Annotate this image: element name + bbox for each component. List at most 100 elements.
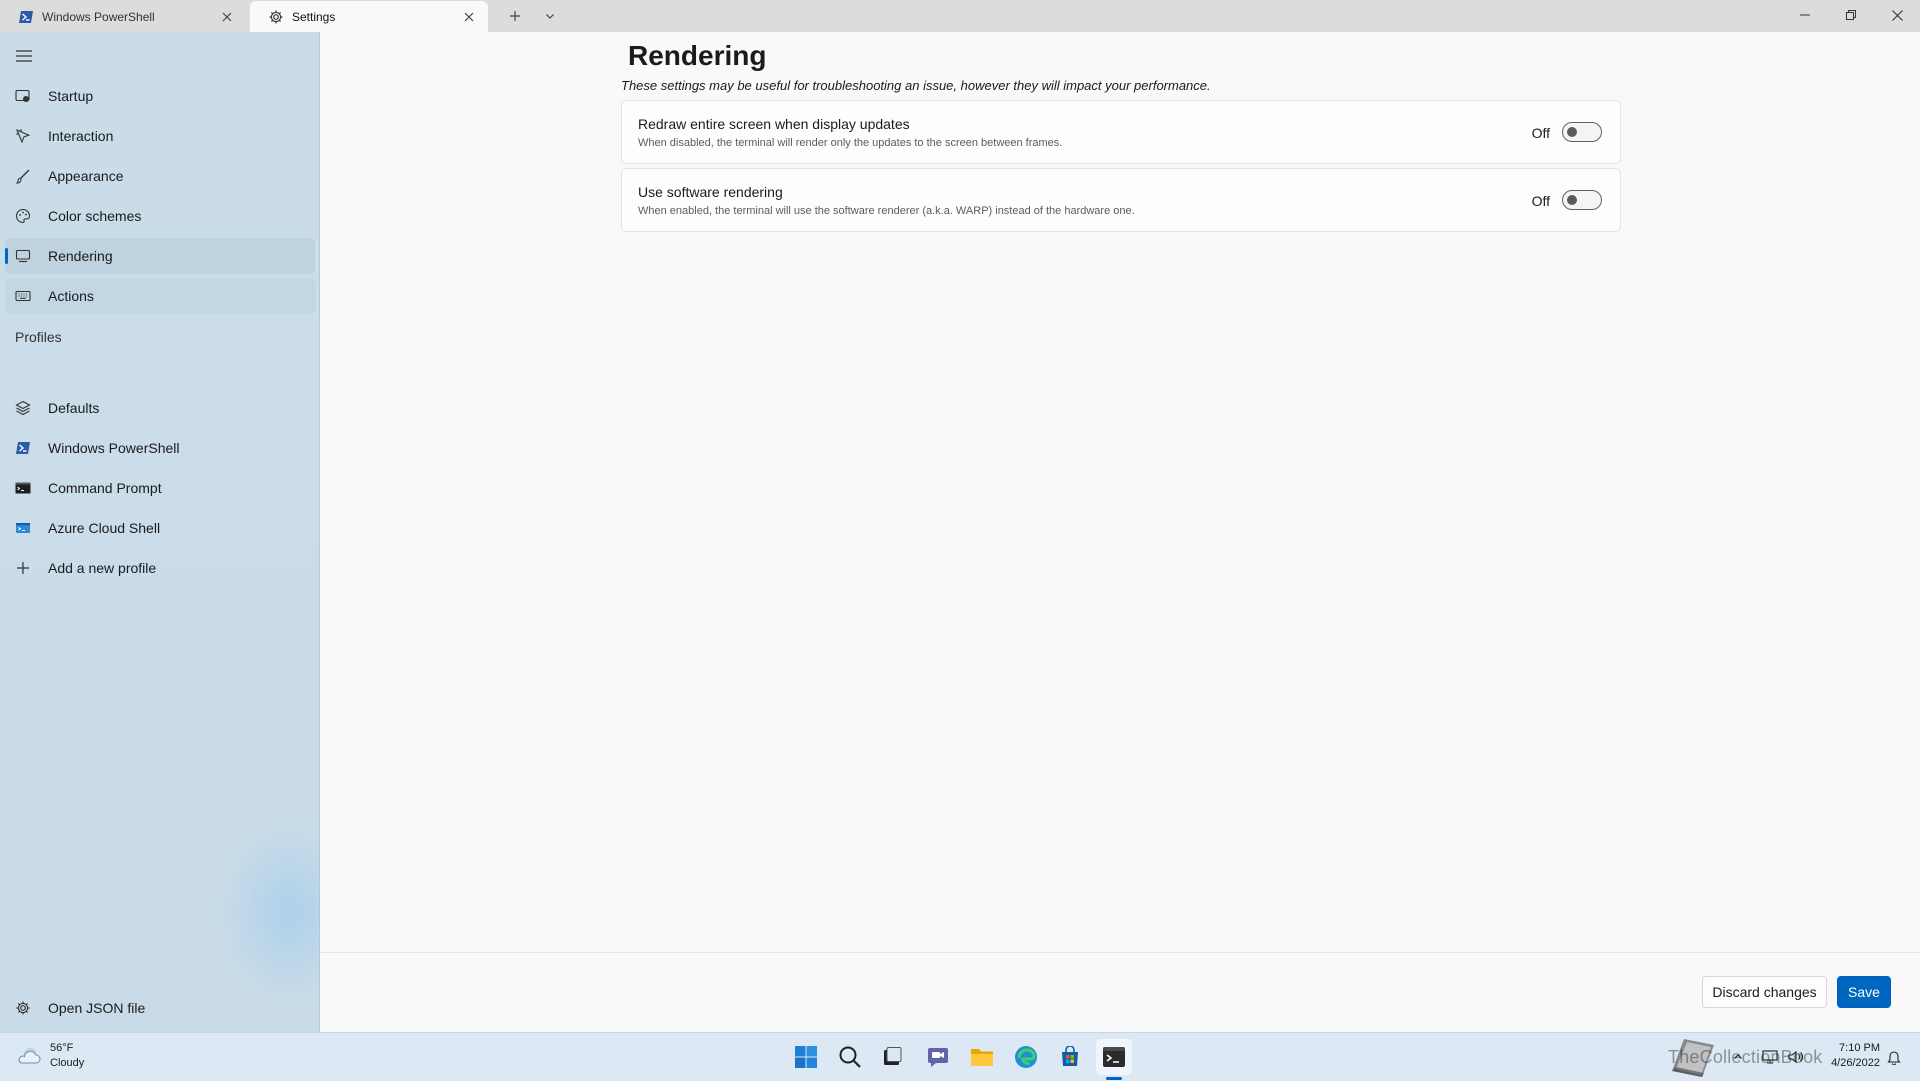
sidebar-item-label: Command Prompt [48, 480, 162, 496]
toggle-knob [1567, 195, 1577, 205]
setting-description: When enabled, the terminal will use the … [638, 205, 1135, 217]
sidebar-item-add-new-profile[interactable]: Add a new profile [5, 550, 315, 586]
tab-settings[interactable]: Settings [250, 1, 488, 32]
file-explorer-button[interactable] [964, 1039, 1000, 1075]
interaction-icon [15, 128, 31, 144]
search-button[interactable] [832, 1039, 868, 1075]
chevron-up-icon [1733, 1052, 1743, 1062]
teams-chat-button[interactable] [920, 1039, 956, 1075]
task-view-button[interactable] [874, 1039, 910, 1075]
volume-tray-button[interactable] [1786, 1047, 1806, 1067]
software-rendering-toggle[interactable] [1562, 190, 1602, 210]
startup-icon [15, 88, 31, 104]
paintbrush-icon [15, 168, 31, 184]
terminal-taskbar-button[interactable] [1096, 1039, 1132, 1075]
gear-icon [15, 1000, 31, 1016]
sidebar-item-label: Open JSON file [48, 1000, 146, 1016]
toggle-knob [1567, 127, 1577, 137]
sidebar-item-startup[interactable]: Startup [5, 78, 315, 114]
taskbar: 56°F Cloudy TheCollectionBook 7:10 PM 4/… [0, 1032, 1920, 1081]
sidebar-item-label: Azure Cloud Shell [48, 520, 161, 536]
sidebar-item-azure-cloud-shell[interactable]: Azure Cloud Shell [5, 510, 315, 546]
hamburger-menu-button[interactable] [10, 42, 38, 70]
task-view-icon [881, 1046, 903, 1068]
sidebar-item-windows-powershell[interactable]: Windows PowerShell [5, 430, 315, 466]
keyboard-icon [15, 288, 31, 304]
sidebar-item-actions[interactable]: Actions [5, 278, 315, 314]
page-description: These settings may be useful for trouble… [621, 78, 1211, 93]
microsoft-store-button[interactable] [1052, 1039, 1088, 1075]
azure-icon [15, 520, 31, 536]
setting-title: Use software rendering [638, 184, 783, 200]
setting-card-software-rendering: Use software rendering When enabled, the… [621, 168, 1621, 232]
chevron-down-icon [545, 11, 555, 21]
sidebar-item-label: Interaction [48, 128, 114, 144]
sidebar-item-defaults[interactable]: Defaults [5, 390, 315, 426]
tab-label: Settings [292, 9, 336, 24]
settings-footer: Discard changes Save [320, 952, 1920, 1033]
save-button[interactable]: Save [1837, 976, 1891, 1008]
sidebar-item-rendering[interactable]: Rendering [5, 238, 315, 274]
chat-icon [926, 1045, 950, 1069]
sidebar-item-label: Startup [48, 88, 94, 104]
color-palette-icon [15, 208, 31, 224]
setting-card-redraw-screen: Redraw entire screen when display update… [621, 100, 1621, 164]
minimize-button[interactable] [1782, 0, 1828, 30]
monitor-icon [15, 248, 31, 264]
sidebar-item-command-prompt[interactable]: Command Prompt [5, 470, 315, 506]
network-tray-button[interactable] [1760, 1047, 1780, 1067]
settings-sidebar: Startup Interaction Appearance Color sch… [0, 32, 359, 1032]
windows-logo-icon [794, 1045, 818, 1069]
settings-main-panel: Rendering These settings may be useful f… [320, 32, 1920, 1033]
tab-dropdown-button[interactable] [535, 4, 565, 28]
taskbar-clock[interactable]: 7:10 PM 4/26/2022 [1814, 1041, 1880, 1071]
search-icon [838, 1045, 862, 1069]
cloudy-weather-icon [16, 1045, 42, 1067]
sidebar-item-label: Defaults [48, 400, 100, 416]
sidebar-item-label: Actions [48, 288, 94, 304]
network-icon [1762, 1050, 1778, 1064]
plus-icon [509, 10, 521, 22]
clock-date: 4/26/2022 [1831, 1057, 1880, 1069]
close-tab-icon[interactable] [456, 4, 482, 30]
setting-title: Redraw entire screen when display update… [638, 116, 910, 132]
weather-temperature: 56°F [50, 1042, 74, 1054]
close-window-button[interactable] [1874, 0, 1920, 30]
redraw-screen-toggle[interactable] [1562, 122, 1602, 142]
speaker-icon [1788, 1050, 1804, 1064]
notification-bell-icon [1887, 1049, 1901, 1065]
sidebar-item-color-schemes[interactable]: Color schemes [5, 198, 315, 234]
sidebar-item-label: Rendering [48, 248, 113, 264]
start-button[interactable] [788, 1039, 824, 1075]
open-json-file-button[interactable]: Open JSON file [5, 990, 315, 1026]
gear-icon [268, 9, 284, 25]
sidebar-item-appearance[interactable]: Appearance [5, 158, 315, 194]
new-tab-button[interactable] [500, 4, 530, 28]
terminal-icon [1102, 1046, 1126, 1068]
notifications-button[interactable] [1884, 1047, 1904, 1067]
title-bar: Windows PowerShell Settings [0, 0, 1920, 32]
minimize-icon [1800, 10, 1810, 20]
tab-windows-powershell[interactable]: Windows PowerShell [0, 1, 246, 32]
sidebar-item-label: Appearance [48, 168, 124, 184]
restore-button[interactable] [1828, 0, 1874, 30]
store-icon [1059, 1046, 1081, 1068]
command-prompt-icon [15, 480, 31, 496]
watermark-book-logo [1666, 1035, 1722, 1079]
discard-changes-button[interactable]: Discard changes [1702, 976, 1827, 1008]
folder-icon [970, 1046, 994, 1068]
edge-icon [1014, 1045, 1038, 1069]
sidebar-item-interaction[interactable]: Interaction [5, 118, 315, 154]
weather-widget[interactable]: 56°F Cloudy [16, 1041, 84, 1071]
tab-label: Windows PowerShell [42, 9, 155, 24]
clock-time: 7:10 PM [1839, 1042, 1880, 1054]
close-tab-icon[interactable] [214, 4, 240, 30]
sidebar-item-label: Windows PowerShell [48, 440, 180, 456]
restore-icon [1846, 10, 1856, 20]
toggle-state-label: Off [1531, 193, 1550, 209]
plus-icon [15, 560, 31, 576]
show-hidden-icons-button[interactable] [1728, 1047, 1748, 1067]
edge-browser-button[interactable] [1008, 1039, 1044, 1075]
powershell-icon [15, 440, 31, 456]
profiles-section-header: Profiles [15, 329, 62, 345]
